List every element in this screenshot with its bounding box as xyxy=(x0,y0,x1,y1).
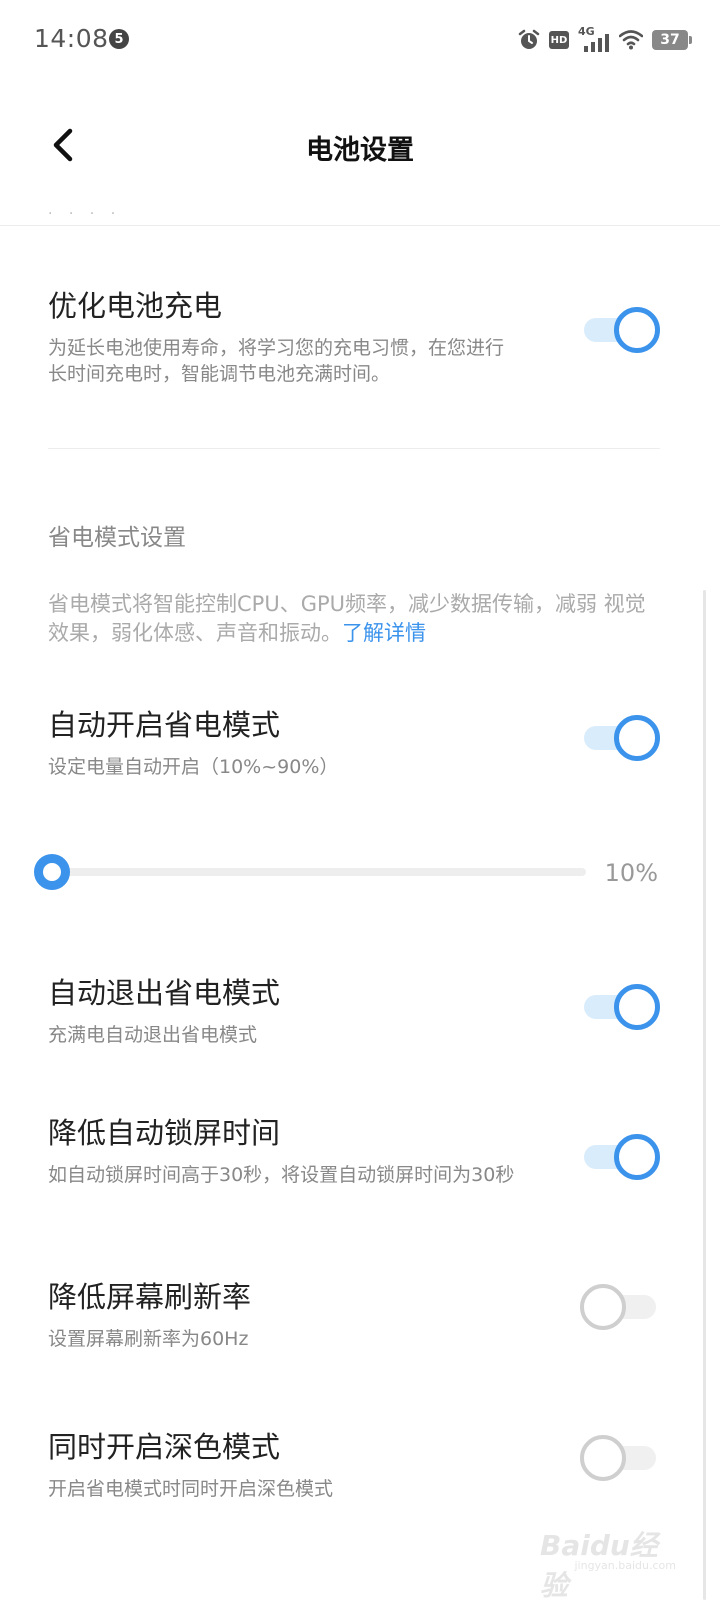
setting-subtitle: 设置屏幕刷新率为60Hz xyxy=(48,1328,249,1350)
scrollbar[interactable] xyxy=(703,590,706,1600)
hd-voice-icon: HD xyxy=(549,31,569,49)
setting-title: 自动开启省电模式 xyxy=(48,708,281,742)
clipped-previous-item: · · · · xyxy=(48,206,122,222)
setting-optimize-charging[interactable]: 优化电池充电 为延长电池使用寿命，将学习您的充电习惯，在您进行长时间充电时，智能… xyxy=(48,283,660,387)
setting-auto-exit-power-saving[interactable]: 自动退出省电模式 充满电自动退出省电模式 xyxy=(48,970,660,1048)
auto-exit-toggle[interactable] xyxy=(580,984,660,1030)
section-divider xyxy=(48,448,660,449)
toggle-knob xyxy=(580,1284,626,1330)
toggle-knob xyxy=(614,715,660,761)
dark-mode-toggle[interactable] xyxy=(580,1435,660,1481)
status-bar: 14:08 5 HD 4G 37 xyxy=(0,0,720,80)
optimize-charging-toggle[interactable] xyxy=(580,307,660,353)
section-title-power-saving: 省电模式设置 xyxy=(48,525,186,551)
header: 电池设置 xyxy=(0,80,720,226)
setting-title: 同时开启深色模式 xyxy=(48,1430,281,1464)
setting-subtitle: 设定电量自动开启（10%~90%） xyxy=(48,756,339,778)
slider-track xyxy=(52,868,586,876)
auto-enable-toggle[interactable] xyxy=(580,715,660,761)
slider-thumb[interactable] xyxy=(34,854,70,890)
battery-icon: 37 xyxy=(652,30,692,50)
toggle-knob xyxy=(614,307,660,353)
setting-dark-mode[interactable]: 同时开启深色模式 开启省电模式时同时开启深色模式 xyxy=(48,1424,660,1502)
status-icons: HD 4G 37 xyxy=(518,25,692,54)
setting-auto-enable-power-saving[interactable]: 自动开启省电模式 设定电量自动开启（10%~90%） xyxy=(48,702,660,780)
status-time: 14:08 xyxy=(34,24,109,53)
notification-count-badge: 5 xyxy=(109,29,129,49)
setting-title: 自动退出省电模式 xyxy=(48,976,281,1010)
reduce-refresh-rate-toggle[interactable] xyxy=(580,1284,660,1330)
alarm-icon xyxy=(518,29,540,49)
cellular-signal-icon: 4G xyxy=(578,25,610,52)
setting-title: 降低屏幕刷新率 xyxy=(48,1280,252,1314)
toggle-knob xyxy=(614,984,660,1030)
setting-subtitle: 充满电自动退出省电模式 xyxy=(48,1024,258,1046)
setting-title: 降低自动锁屏时间 xyxy=(48,1116,281,1150)
section-description: 省电模式将智能控制CPU、GPU频率，减少数据传输，减弱 视觉效果，弱化体感、声… xyxy=(48,590,660,648)
battery-settings-screen: 14:08 5 HD 4G 37 电池设置 · · · · 优化电池充电 为延长… xyxy=(0,0,720,1600)
toggle-knob xyxy=(614,1134,660,1180)
setting-title: 优化电池充电 xyxy=(48,289,223,323)
setting-description: 为延长电池使用寿命，将学习您的充电习惯，在您进行长时间充电时，智能调节电池充满时… xyxy=(48,337,505,385)
reduce-lock-time-toggle[interactable] xyxy=(580,1134,660,1180)
wifi-icon xyxy=(619,30,643,50)
setting-subtitle: 开启省电模式时同时开启深色模式 xyxy=(48,1478,334,1500)
setting-reduce-refresh-rate[interactable]: 降低屏幕刷新率 设置屏幕刷新率为60Hz xyxy=(48,1274,660,1352)
setting-subtitle: 如自动锁屏时间高于30秒，将设置自动锁屏时间为30秒 xyxy=(48,1164,515,1186)
battery-threshold-slider[interactable] xyxy=(34,852,586,892)
slider-value-label: 10% xyxy=(604,859,658,887)
baidu-watermark: Baidu经验 jingyan.baidu.com xyxy=(540,1522,680,1600)
learn-more-link[interactable]: 了解详情 xyxy=(342,621,426,645)
setting-reduce-lock-time[interactable]: 降低自动锁屏时间 如自动锁屏时间高于30秒，将设置自动锁屏时间为30秒 xyxy=(48,1110,660,1188)
toggle-knob xyxy=(580,1435,626,1481)
page-title: 电池设置 xyxy=(306,135,414,166)
watermark-url: jingyan.baidu.com xyxy=(574,1559,676,1572)
